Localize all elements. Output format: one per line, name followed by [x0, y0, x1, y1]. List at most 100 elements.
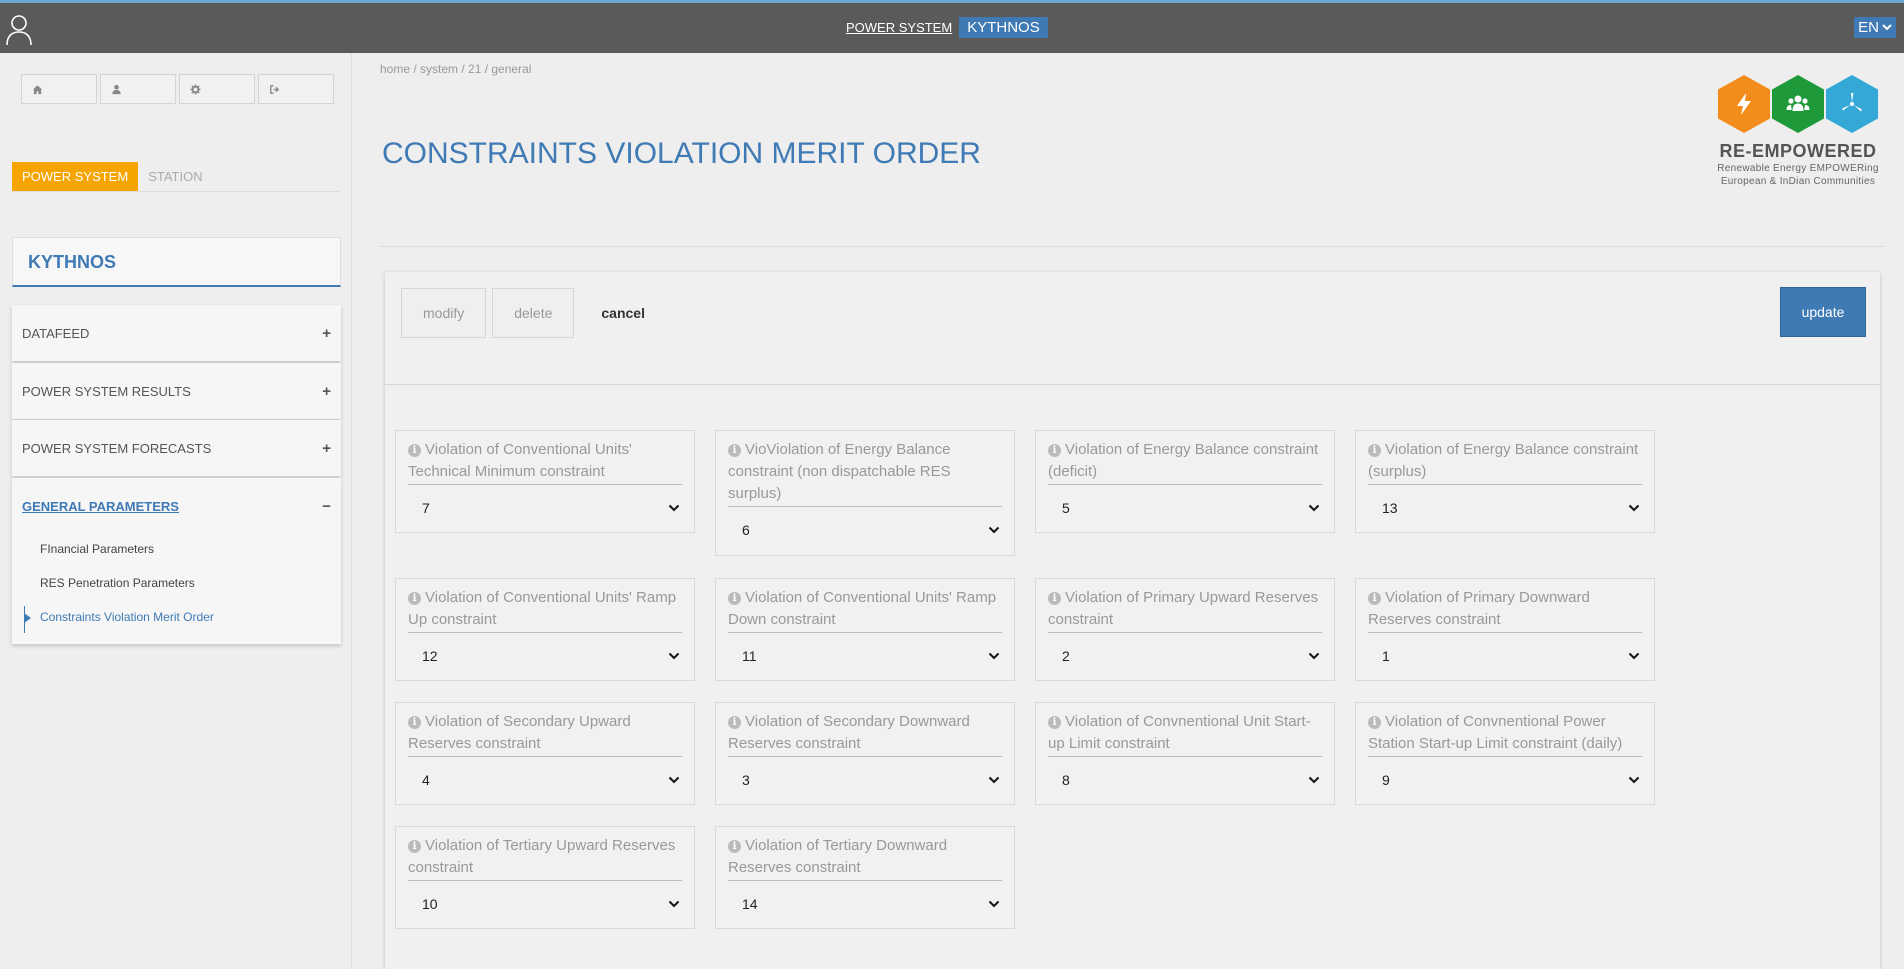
constraint-label: i Violation of Convnentional Unit Start-u… [1048, 711, 1322, 757]
expand-plus-icon[interactable]: + [322, 325, 331, 342]
constraint-label: i Violation of Conventional Units' Ramp D… [728, 587, 1002, 633]
section-title[interactable]: GENERAL PARAMETERS [22, 499, 179, 514]
priority-select[interactable]: 4 [408, 757, 682, 802]
info-icon[interactable]: i [408, 840, 421, 853]
lightning-icon [1718, 75, 1770, 133]
section-general-parameters[interactable]: GENERAL PARAMETERS − FInancial Parameter… [12, 478, 341, 644]
section-header[interactable]: POWER SYSTEM FORECASTS + [12, 420, 341, 476]
priority-select[interactable]: 2 [1048, 633, 1322, 678]
chevron-down-icon [668, 900, 680, 907]
chevron-down-icon [1628, 652, 1640, 659]
priority-select[interactable]: 12 [408, 633, 682, 678]
user-account-icon[interactable] [5, 13, 33, 46]
community-icon [1772, 75, 1824, 133]
tab-station[interactable]: STATION [138, 162, 212, 191]
chevron-down-icon [988, 776, 1000, 783]
info-icon[interactable]: i [408, 444, 421, 457]
info-icon[interactable]: i [408, 592, 421, 605]
collapse-minus-icon[interactable]: − [322, 498, 331, 515]
info-icon[interactable]: i [1368, 592, 1381, 605]
sidebar: POWER SYSTEM STATION KYTHNOS DATAFEED + … [0, 53, 352, 969]
info-icon[interactable]: i [728, 444, 741, 457]
info-icon[interactable]: i [728, 716, 741, 729]
wind-turbine-icon [1826, 75, 1878, 133]
section-title: POWER SYSTEM FORECASTS [22, 440, 212, 456]
info-icon[interactable]: i [1048, 592, 1061, 605]
priority-select[interactable]: 10 [408, 881, 682, 926]
section-header[interactable]: GENERAL PARAMETERS − [12, 478, 341, 534]
priority-select[interactable]: 3 [728, 757, 1002, 802]
language-selector[interactable]: EN [1854, 17, 1896, 38]
section-power-system-forecasts[interactable]: POWER SYSTEM FORECASTS + [12, 420, 341, 476]
chevron-down-icon [1628, 776, 1640, 783]
chevron-down-icon [1308, 776, 1320, 783]
update-button[interactable]: update [1780, 287, 1866, 337]
chevron-down-icon [988, 652, 1000, 659]
priority-select[interactable]: 8 [1048, 757, 1322, 802]
language-label: EN [1858, 19, 1879, 36]
top-context: POWER SYSTEM KYTHNOS [842, 17, 1048, 38]
chevron-down-icon [988, 526, 1000, 533]
tab-power-system[interactable]: POWER SYSTEM [12, 162, 139, 191]
section-header[interactable]: POWER SYSTEM RESULTS + [12, 363, 341, 419]
sidebar-item-financial-parameters[interactable]: FInancial Parameters [12, 534, 341, 568]
chevron-down-icon [668, 504, 680, 511]
top-station-badge[interactable]: KYTHNOS [959, 17, 1048, 38]
home-icon [32, 84, 43, 94]
delete-button[interactable]: delete [492, 288, 575, 338]
expand-plus-icon[interactable]: + [322, 383, 331, 400]
top-bar: POWER SYSTEM KYTHNOS EN [0, 0, 1904, 53]
station-heading: KYTHNOS [12, 237, 341, 287]
current-marker-icon [24, 613, 31, 623]
cancel-button[interactable]: cancel [580, 288, 666, 338]
info-icon[interactable]: i [1368, 444, 1381, 457]
user-icon [112, 84, 121, 94]
info-icon[interactable]: i [1048, 716, 1061, 729]
info-icon[interactable]: i [1048, 444, 1061, 457]
priority-select[interactable]: 11 [728, 633, 1002, 678]
panel-divider [385, 384, 1880, 385]
page-title: CONSTRAINTS VIOLATION MERIT ORDER [382, 137, 981, 170]
priority-select[interactable]: 5 [1048, 485, 1322, 530]
constraint-card: i Violation of Conventional Units' Ramp D… [715, 578, 1015, 681]
priority-select[interactable]: 14 [728, 881, 1002, 926]
sidebar-item-res-penetration-parameters[interactable]: RES Penetration Parameters [12, 568, 341, 602]
modify-button[interactable]: modify [401, 288, 487, 338]
constraint-card: i Violation of Conventional Units' Techni… [395, 430, 695, 533]
priority-select[interactable]: 7 [408, 485, 682, 530]
section-power-system-results[interactable]: POWER SYSTEM RESULTS + [12, 363, 341, 419]
section-title: POWER SYSTEM RESULTS [22, 383, 191, 399]
section-datafeed[interactable]: DATAFEED + [12, 305, 341, 361]
info-icon[interactable]: i [728, 592, 741, 605]
priority-select[interactable]: 13 [1368, 485, 1642, 530]
logout-button[interactable] [258, 74, 334, 104]
priority-select[interactable]: 9 [1368, 757, 1642, 802]
sidebar-item-label: Constraints Violation Merit Order [40, 610, 214, 624]
profile-button[interactable] [100, 74, 176, 104]
priority-select[interactable]: 6 [728, 507, 1002, 552]
constraint-label: i Violation of Secondary Downward Reserve… [728, 711, 1002, 757]
info-icon[interactable]: i [728, 840, 741, 853]
chevron-down-icon [1628, 504, 1640, 511]
constraint-card: i Violation of Tertiary Upward Reserves c… [395, 826, 695, 929]
priority-select[interactable]: 1 [1368, 633, 1642, 678]
home-button[interactable] [21, 74, 97, 104]
header-divider [380, 246, 1884, 247]
section-title: DATAFEED [22, 325, 90, 341]
logo-tagline-2: European & InDian Communities [1720, 176, 1876, 187]
constraint-label: i Violation of Energy Balance constraint … [1048, 439, 1322, 485]
sidebar-item-constraints-violation-merit-order[interactable]: Constraints Violation Merit Order [12, 602, 341, 636]
constraint-label: i Violation of Secondary Upward Reserves … [408, 711, 682, 757]
info-icon[interactable]: i [408, 716, 421, 729]
scope-tabs: POWER SYSTEM STATION [12, 162, 340, 192]
section-header[interactable]: DATAFEED + [12, 305, 341, 361]
expand-plus-icon[interactable]: + [322, 440, 331, 457]
chevron-down-icon [1308, 652, 1320, 659]
top-system-link[interactable]: POWER SYSTEM [842, 17, 956, 38]
chevron-down-icon [1308, 504, 1320, 511]
constraint-card: i Violation of Secondary Downward Reserve… [715, 702, 1015, 805]
info-icon[interactable]: i [1368, 716, 1381, 729]
breadcrumb[interactable]: home / system / 21 / general [380, 62, 531, 76]
settings-button[interactable] [179, 74, 255, 104]
constraint-label: i Violation of Tertiary Upward Reserves c… [408, 835, 682, 881]
